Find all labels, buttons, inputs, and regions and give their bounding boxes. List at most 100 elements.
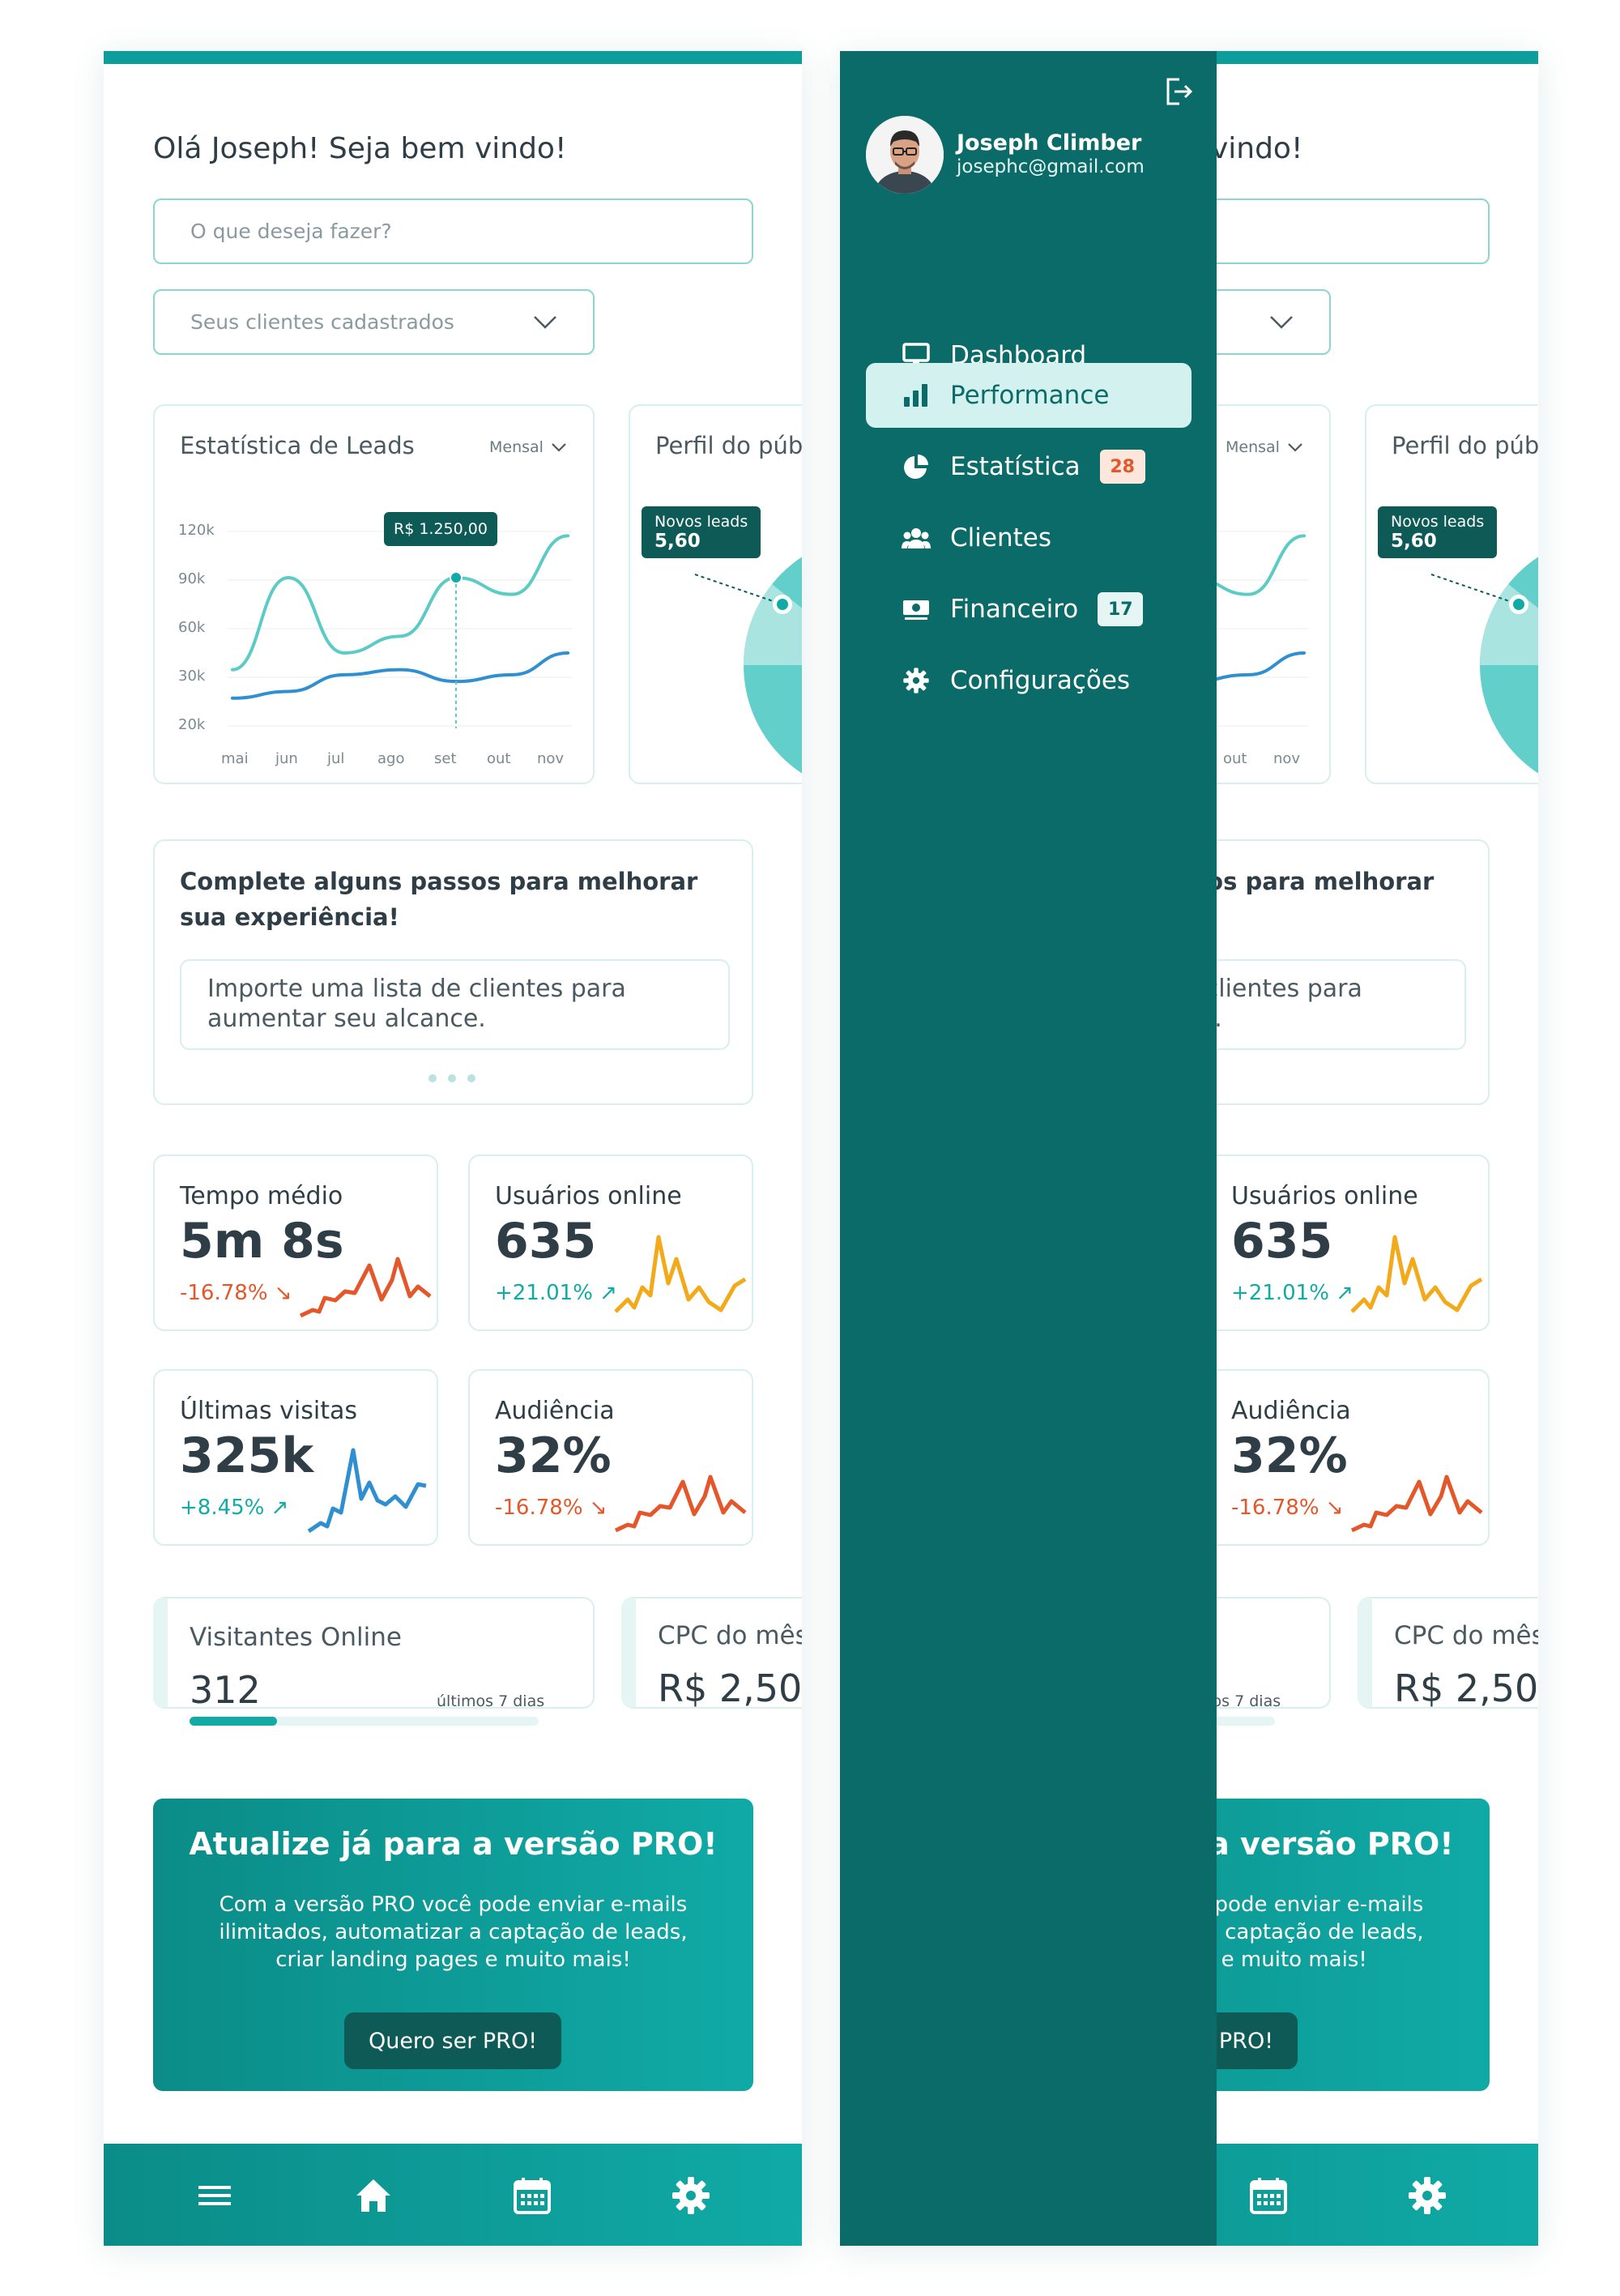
bar-chart-icon <box>902 381 931 410</box>
sparkline <box>614 1474 747 1533</box>
pie-chart-icon <box>902 452 931 481</box>
trend-down-icon: ↘ <box>1319 1496 1344 1520</box>
profile-email: josephc@gmail.com <box>957 156 1145 177</box>
steps-card: Complete alguns passos para melhorar sua… <box>153 839 753 1105</box>
step-item[interactable]: Importe uma lista de clientes para aumen… <box>180 959 730 1050</box>
trend-down-icon: ↘ <box>582 1496 608 1520</box>
tooltip-label: Novos leads <box>1391 513 1485 531</box>
dashboard-screen-drawer-open: Olá Joseph! Seja bem vindo! O que deseja… <box>840 51 1538 2246</box>
count-badge: 17 <box>1098 592 1144 626</box>
stat-title: Usuários online <box>495 1182 682 1210</box>
stat-card-tempo: Tempo médio 5m 8s -16.78% ↘ <box>153 1154 438 1331</box>
x-tick: out <box>487 750 511 767</box>
audience-pie-chart <box>1430 557 1538 774</box>
trend-down-icon: ↘ <box>267 1281 292 1305</box>
pro-text: Com a versão PRO você pode enviar e-mail… <box>219 1893 688 1972</box>
cpc-title: CPC do mês <box>1394 1621 1538 1650</box>
pro-banner: Atualize já para a versão PRO! Com a ver… <box>153 1799 753 2091</box>
pro-title: Atualize já para a versão PRO! <box>189 1826 718 1862</box>
menu-item-clientes[interactable]: Clientes <box>866 506 1192 570</box>
menu-item-estatistica[interactable]: Estatística 28 <box>866 434 1192 499</box>
audience-tooltip: Novos leads 5,60 <box>642 506 761 558</box>
stat-title: Audiência <box>495 1397 615 1425</box>
count-badge: 28 <box>1099 450 1145 484</box>
cpc-value: R$ 2,50 <box>1394 1667 1538 1709</box>
menu-label: Estatística <box>950 452 1081 481</box>
carousel-dot[interactable] <box>448 1074 456 1082</box>
cpc-card: CPC do mês R$ 2,50 <box>621 1597 802 1709</box>
stat-change: +8.45% ↗ <box>180 1496 289 1520</box>
cpc-title: CPC do mês <box>658 1621 802 1650</box>
bottom-nav <box>104 2144 802 2246</box>
carousel-dot[interactable] <box>428 1074 437 1082</box>
menu-item-financeiro[interactable]: Financeiro 17 <box>866 577 1192 642</box>
cpc-value: R$ 2,50 <box>658 1667 802 1709</box>
stat-value: 32% <box>495 1428 612 1484</box>
stat-value: 32% <box>1231 1428 1348 1484</box>
menu-label: Financeiro <box>950 595 1079 624</box>
tooltip-value: 5,60 <box>654 531 701 552</box>
calendar-icon[interactable] <box>509 2173 555 2218</box>
stat-card-usuarios: Usuários online 635 +21.01% ↗ <box>1204 1154 1490 1331</box>
sparkline <box>614 1235 747 1313</box>
visitors-period: últimos 7 dias <box>437 1692 545 1710</box>
leads-chart-card: Estatística de Leads Mensal 120k 90k 60k… <box>153 404 595 784</box>
menu-label: Clientes <box>950 523 1051 553</box>
highlight-point <box>450 571 463 584</box>
tooltip-label: Novos leads <box>654 513 748 531</box>
calendar-icon[interactable] <box>1246 2173 1291 2218</box>
series-line <box>231 651 569 700</box>
trend-up-icon: ↗ <box>264 1496 289 1520</box>
x-tick: ago <box>377 750 405 767</box>
stat-card-visitas: Últimas visitas 325k +8.45% ↗ <box>153 1369 438 1546</box>
cpc-card: CPC do mês R$ 2,50 <box>1358 1597 1538 1709</box>
top-accent-bar <box>104 51 802 64</box>
tooltip-value: 5,60 <box>1391 531 1437 552</box>
settings-icon[interactable] <box>668 2173 714 2218</box>
search-input[interactable]: O que deseja fazer? <box>153 198 753 264</box>
menu-item-configuracoes[interactable]: Configurações <box>866 648 1192 713</box>
menu-label: Performance <box>950 381 1110 410</box>
steps-title: Complete alguns passos para melhorar sua… <box>180 868 698 931</box>
sparkline <box>1350 1235 1483 1313</box>
chevron-down-icon <box>1270 315 1293 329</box>
visitors-title: Visitantes Online <box>190 1623 402 1652</box>
stat-title: Usuários online <box>1231 1182 1418 1210</box>
side-drawer: Joseph Climber josephc@gmail.com Dashboa… <box>840 51 1217 2246</box>
sparkline <box>299 1257 432 1318</box>
stat-title: Últimas visitas <box>180 1397 357 1425</box>
stat-change: -16.78% ↘ <box>180 1281 292 1305</box>
logout-icon[interactable] <box>1162 75 1194 108</box>
sparkline <box>307 1448 427 1534</box>
menu-item-performance[interactable]: Performance <box>866 363 1192 428</box>
greeting: Olá Joseph! Seja bem vindo! <box>153 132 567 165</box>
x-tick: set <box>434 750 457 767</box>
stat-card-audiencia: Audiência 32% -16.78% ↘ <box>1204 1369 1490 1546</box>
stat-value: 635 <box>1231 1213 1333 1270</box>
home-icon[interactable] <box>351 2173 396 2218</box>
stat-title: Tempo médio <box>180 1182 343 1210</box>
sparkline <box>1350 1474 1483 1533</box>
dashboard-screen: Olá Joseph! Seja bem vindo! O que deseja… <box>104 51 802 2246</box>
stat-value: 325k <box>180 1428 314 1484</box>
x-tick: nov <box>537 750 565 767</box>
settings-icon[interactable] <box>1405 2173 1450 2218</box>
clients-select[interactable]: Seus clientes cadastrados <box>153 289 595 355</box>
menu-icon[interactable] <box>192 2173 237 2218</box>
audience-profile-card: Perfil do púb Novos leads 5,60 <box>629 404 802 784</box>
pro-button[interactable]: Quero ser PRO! <box>344 2012 561 2069</box>
visitors-card: Visitantes Online 312 últimos 7 dias <box>153 1597 595 1726</box>
chart-tooltip: R$ 1.250,00 <box>384 512 497 546</box>
stat-title: Audiência <box>1231 1397 1351 1425</box>
x-tick: nov <box>1273 750 1301 767</box>
avatar[interactable] <box>866 116 944 194</box>
visitors-progress-fill <box>190 1717 277 1726</box>
carousel-dots[interactable] <box>428 1074 475 1082</box>
carousel-dot[interactable] <box>467 1074 475 1082</box>
visitors-progress <box>190 1717 539 1726</box>
audience-tooltip: Novos leads 5,60 <box>1378 506 1498 558</box>
x-tick: jun <box>275 750 298 767</box>
leads-line-chart <box>228 531 572 728</box>
x-tick: jul <box>327 750 345 767</box>
stat-change: +21.01% ↗ <box>495 1281 617 1305</box>
